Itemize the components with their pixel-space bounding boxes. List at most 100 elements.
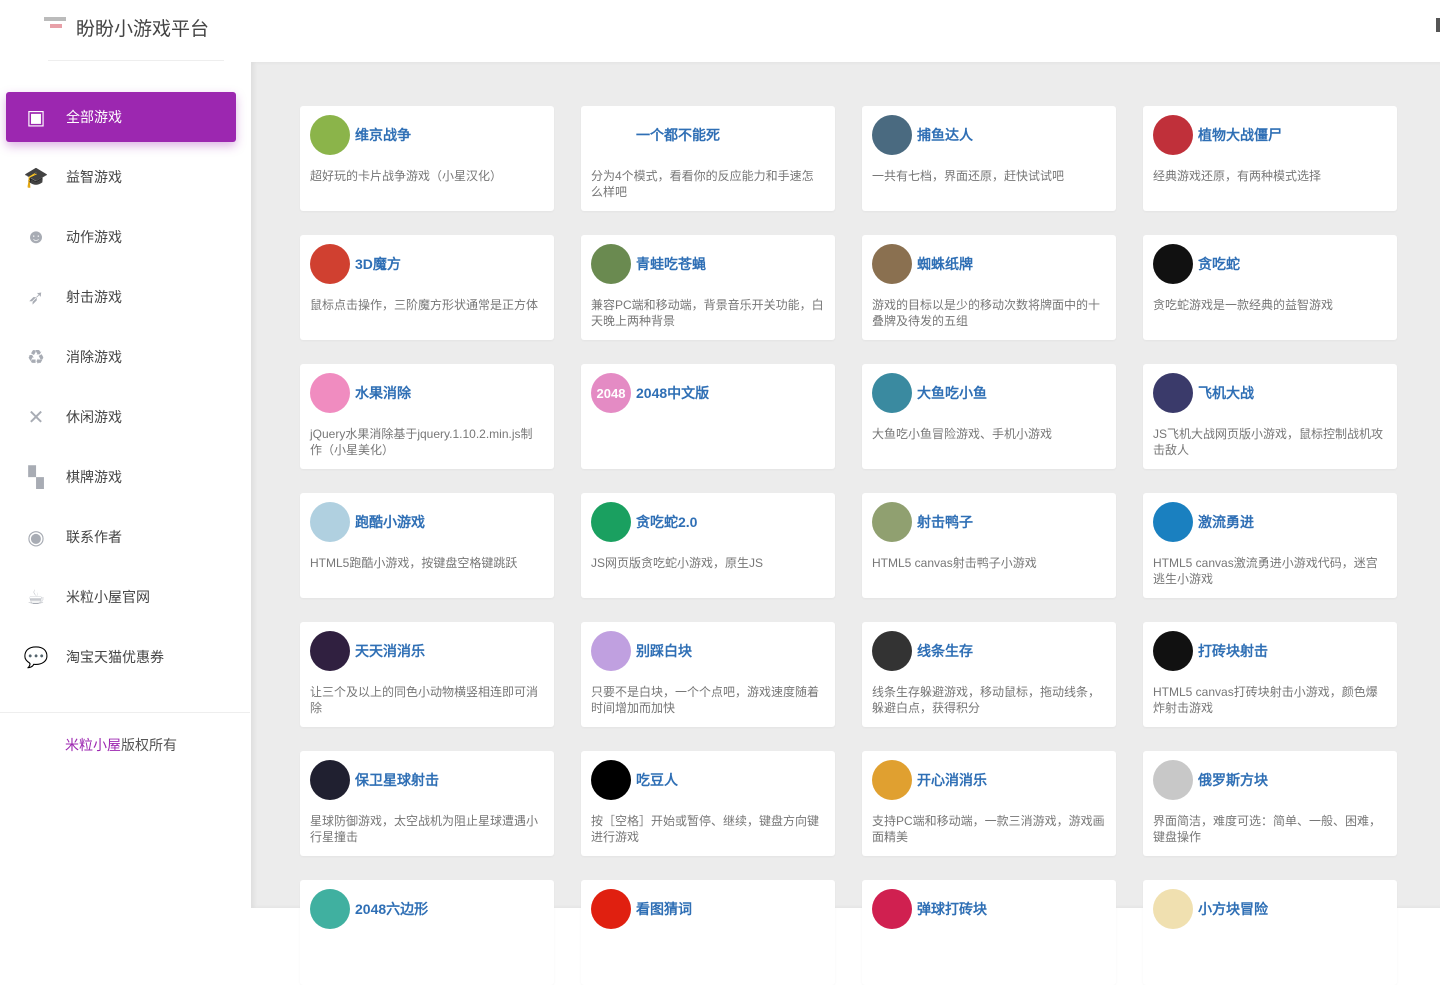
game-card[interactable]: 2048 2048中文版 xyxy=(581,364,835,469)
sidebar-item-label: 益智游戏 xyxy=(66,169,122,185)
game-title[interactable]: 开心消消乐 xyxy=(917,770,987,790)
graduation-cap-icon: 🎓 xyxy=(23,166,49,189)
game-grid: 维京战争 超好玩的卡片战争游戏（小星汉化） 一个都不能死分为4个模式，看看你的反应能… xyxy=(300,106,1397,985)
game-card[interactable]: 植物大战僵尸经典游戏还原，有两种模式选择 xyxy=(1143,106,1397,211)
game-title[interactable]: 贪吃蛇2.0 xyxy=(636,512,697,532)
game-card[interactable]: 维京战争 超好玩的卡片战争游戏（小星汉化） xyxy=(300,106,554,211)
game-thumbnail-icon xyxy=(1153,760,1193,800)
game-title[interactable]: 激流勇进 xyxy=(1198,512,1254,532)
coffee-cup-icon: ☕ xyxy=(27,586,45,609)
sidebar-item-label: 米粒小屋官网 xyxy=(66,589,150,605)
game-card[interactable]: 线条生存 线条生存躲避游戏，移动鼠标，拖动线条，躲避白点，获得积分 xyxy=(862,622,1116,727)
game-card[interactable]: 大鱼吃小鱼 大鱼吃小鱼冒险游戏、手机小游戏 xyxy=(862,364,1116,469)
game-card[interactable]: 吃豆人 按［空格］开始或暂停、继续，键盘方向键进行游戏 xyxy=(581,751,835,856)
sidebar-item-0[interactable]: ▣ 全部游戏 xyxy=(6,92,236,142)
game-title[interactable]: 贪吃蛇 xyxy=(1198,254,1240,274)
game-card[interactable]: 保卫星球射击 星球防御游戏，太空战机为阻止星球遭遇小行星撞击 xyxy=(300,751,554,856)
game-title[interactable]: 天天消消乐 xyxy=(355,641,425,661)
game-card[interactable]: 天天消消乐让三个及以上的同色小动物横竖相连即可消除 xyxy=(300,622,554,727)
divider xyxy=(0,712,250,713)
game-title[interactable]: 小方块冒险 xyxy=(1198,899,1268,919)
sidebar-item-1[interactable]: 🎓 益智游戏 xyxy=(6,152,236,202)
game-thumbnail-icon xyxy=(872,760,912,800)
game-thumbnail-icon xyxy=(591,889,631,929)
sidebar-item-2[interactable]: ☻ 动作游戏 xyxy=(6,212,236,262)
game-title[interactable]: 跑酷小游戏 xyxy=(355,512,425,532)
game-card[interactable]: 别踩白块 只要不是白块，一个个点吧，游戏速度随着时间增加而加快 xyxy=(581,622,835,727)
sidebar-item-5[interactable]: ✕ 休闲游戏 xyxy=(6,392,236,442)
sidebar-item-label: 棋牌游戏 xyxy=(66,469,122,485)
game-title[interactable]: 俄罗斯方块 xyxy=(1198,770,1268,790)
game-title[interactable]: 弹球打砖块 xyxy=(917,899,987,919)
game-card[interactable]: 开心消消乐支持PC端和移动端，一款三消游戏，游戏画面精美 xyxy=(862,751,1116,856)
game-title[interactable]: 捕鱼达人 xyxy=(917,125,973,145)
game-thumbnail-icon xyxy=(1153,631,1193,671)
game-title[interactable]: 飞机大战 xyxy=(1198,383,1254,403)
game-card[interactable]: 射击鸭子 HTML5 canvas射击鸭子小游戏 xyxy=(862,493,1116,598)
game-card[interactable]: 飞机大战 JS飞机大战网页版小游戏，鼠标控制战机攻击敌人 xyxy=(1143,364,1397,469)
game-card[interactable]: 跑酷小游戏 HTML5跑酷小游戏，按键盘空格键跳跃 xyxy=(300,493,554,598)
user-circle-icon: ◉ xyxy=(27,526,45,549)
game-card[interactable]: 水果消除 jQuery水果消除基于jquery.1.10.2.min.js制作（小… xyxy=(300,364,554,469)
game-card[interactable]: 一个都不能死分为4个模式，看看你的反应能力和手速怎么样吧 xyxy=(581,106,835,211)
game-title[interactable]: 保卫星球射击 xyxy=(355,770,439,790)
game-thumbnail-icon xyxy=(310,760,350,800)
sidebar-item-6[interactable]: ▚ 棋牌游戏 xyxy=(6,452,236,502)
game-card[interactable]: 弹球打砖块 xyxy=(862,880,1116,985)
game-title[interactable]: 蜘蛛纸牌 xyxy=(917,254,973,274)
game-title[interactable]: 吃豆人 xyxy=(636,770,678,790)
game-thumbnail-icon xyxy=(310,889,350,929)
game-title[interactable]: 看图猜词 xyxy=(636,899,692,919)
game-title[interactable]: 大鱼吃小鱼 xyxy=(917,383,987,403)
game-title[interactable]: 一个都不能死 xyxy=(636,125,720,145)
sidebar: 米粒小屋版权所有 ▣ 全部游戏 🎓 益智游戏 ☻ 动作游戏 ➶ 射击游戏 ♻ 消除游戏 ✕ 休闲游戏 ▚… xyxy=(0,62,250,908)
game-card[interactable]: 3D魔方 鼠标点击操作，三阶魔方形状通常是正方体 xyxy=(300,235,554,340)
game-thumbnail-icon xyxy=(872,115,912,155)
checkerboard-icon: ▚ xyxy=(28,466,44,489)
game-description: HTML5 canvas激流勇进小游戏代码，迷宫逃生小游戏 xyxy=(1153,556,1378,586)
sidebar-item-8[interactable]: ☕ 米粒小屋官网 xyxy=(6,572,236,622)
game-description: 经典游戏还原，有两种模式选择 xyxy=(1153,169,1322,183)
site-logo[interactable] xyxy=(44,14,66,40)
game-title[interactable]: 线条生存 xyxy=(917,641,973,661)
game-title[interactable]: 打砖块射击 xyxy=(1198,641,1268,661)
sidebar-item-label: 淘宝天猫优惠券 xyxy=(66,649,164,665)
game-card[interactable]: 2048六边形 xyxy=(300,880,554,985)
game-title[interactable]: 植物大战僵尸 xyxy=(1198,125,1282,145)
game-card[interactable]: 小方块冒险 xyxy=(1143,880,1397,985)
game-thumbnail-icon xyxy=(872,502,912,542)
game-title[interactable]: 维京战争 xyxy=(355,125,411,145)
game-thumbnail-icon xyxy=(1153,244,1193,284)
menu-toggle-button[interactable] xyxy=(1436,18,1440,32)
game-description: HTML5跑酷小游戏，按键盘空格键跳跃 xyxy=(310,556,518,570)
game-card[interactable]: 捕鱼达人一共有七档，界面还原，赶快试试吧 xyxy=(862,106,1116,211)
sidebar-item-3[interactable]: ➶ 射击游戏 xyxy=(6,272,236,322)
game-description: 一共有七档，界面还原，赶快试试吧 xyxy=(872,169,1065,183)
game-description: 支持PC端和移动端，一款三消游戏，游戏画面精美 xyxy=(872,814,1105,844)
game-card[interactable]: 贪吃蛇2.0 JS网页版贪吃蛇小游戏，原生JS xyxy=(581,493,835,598)
game-title[interactable]: 2048六边形 xyxy=(355,899,428,919)
game-card[interactable]: 蜘蛛纸牌 游戏的目标以是少的移动次数将牌面中的十叠牌及待发的五组 xyxy=(862,235,1116,340)
copyright-link[interactable]: 米粒小屋 xyxy=(65,737,121,753)
game-card[interactable]: 激流勇进 HTML5 canvas激流勇进小游戏代码，迷宫逃生小游戏 xyxy=(1143,493,1397,598)
game-title[interactable]: 青蛙吃苍蝇 xyxy=(636,254,706,274)
game-title[interactable]: 水果消除 xyxy=(355,383,411,403)
game-description: 让三个及以上的同色小动物横竖相连即可消除 xyxy=(310,685,539,715)
game-thumbnail-icon xyxy=(872,373,912,413)
game-description: 分为4个模式，看看你的反应能力和手速怎么样吧 xyxy=(591,169,814,199)
game-thumbnail-icon xyxy=(310,115,350,155)
game-title[interactable]: 别踩白块 xyxy=(636,641,692,661)
game-card[interactable]: 青蛙吃苍蝇 兼容PC端和移动端，背景音乐开关功能，白天晚上两种背景 xyxy=(581,235,835,340)
game-card[interactable]: 打砖块射击 HTML5 canvas打砖块射击小游戏，颜色爆炸射击游戏 xyxy=(1143,622,1397,727)
sidebar-item-7[interactable]: ◉ 联系作者 xyxy=(6,512,236,562)
cycle-icon: ♻ xyxy=(27,346,45,369)
sidebar-item-9[interactable]: 💬 淘宝天猫优惠券 xyxy=(6,632,236,682)
game-card[interactable]: 贪吃蛇 贪吃蛇游戏是一款经典的益智游戏 xyxy=(1143,235,1397,340)
game-title[interactable]: 2048中文版 xyxy=(636,383,709,403)
game-card[interactable]: 看图猜词 xyxy=(581,880,835,985)
game-title[interactable]: 3D魔方 xyxy=(355,254,401,274)
game-thumbnail-icon: 2048 xyxy=(591,373,631,413)
game-card[interactable]: 俄罗斯方块 界面简洁，难度可选：简单、一般、困难，键盘操作 xyxy=(1143,751,1397,856)
sidebar-item-4[interactable]: ♻ 消除游戏 xyxy=(6,332,236,382)
game-title[interactable]: 射击鸭子 xyxy=(917,512,973,532)
